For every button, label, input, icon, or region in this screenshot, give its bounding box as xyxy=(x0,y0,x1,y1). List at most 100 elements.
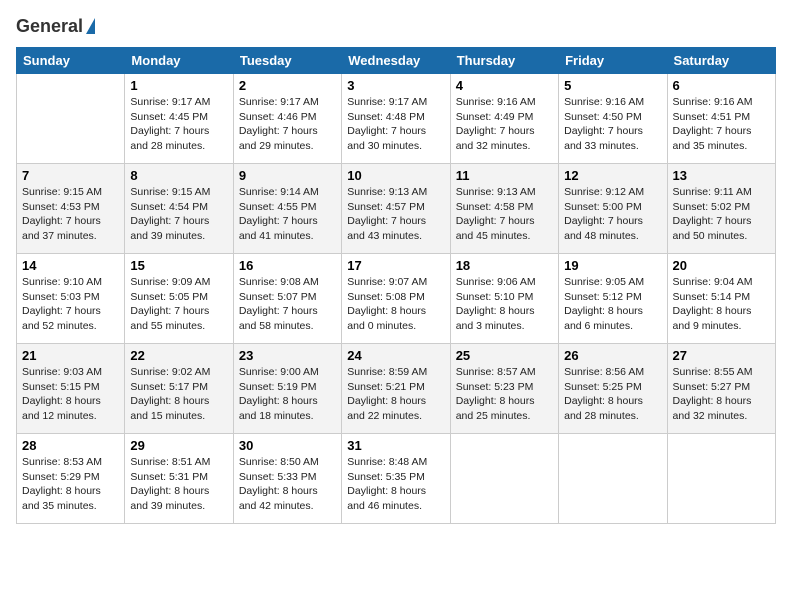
day-number: 22 xyxy=(130,348,227,363)
calendar-cell xyxy=(450,434,558,524)
calendar-cell: 15 Sunrise: 9:09 AM Sunset: 5:05 PM Dayli… xyxy=(125,254,233,344)
week-row-2: 7Sunrise: 9:15 AM Sunset: 4:53 PM Daylig… xyxy=(17,164,776,254)
calendar-cell xyxy=(667,434,775,524)
day-info: Sunrise: 9:08 AM Sunset: 5:07 PM Dayligh… xyxy=(239,275,336,334)
day-number: 20 xyxy=(673,258,770,273)
day-info: Sunrise: 9:13 AM Sunset: 4:58 PM Dayligh… xyxy=(456,185,553,244)
calendar-body: 1 Sunrise: 9:17 AM Sunset: 4:45 PM Daylig… xyxy=(17,74,776,524)
calendar-cell: 10 Sunrise: 9:13 AM Sunset: 4:57 PM Dayli… xyxy=(342,164,450,254)
weekday-header-friday: Friday xyxy=(559,48,667,74)
calendar-cell: 7Sunrise: 9:15 AM Sunset: 4:53 PM Daylig… xyxy=(17,164,125,254)
day-info: Sunrise: 9:06 AM Sunset: 5:10 PM Dayligh… xyxy=(456,275,553,334)
day-info: Sunrise: 9:03 AM Sunset: 5:15 PM Dayligh… xyxy=(22,365,119,424)
day-number: 26 xyxy=(564,348,661,363)
day-info: Sunrise: 9:11 AM Sunset: 5:02 PM Dayligh… xyxy=(673,185,770,244)
day-number: 3 xyxy=(347,78,444,93)
week-row-5: 28Sunrise: 8:53 AM Sunset: 5:29 PM Dayli… xyxy=(17,434,776,524)
day-number: 15 xyxy=(130,258,227,273)
calendar-cell: 26 Sunrise: 8:56 AM Sunset: 5:25 PM Dayli… xyxy=(559,344,667,434)
calendar-cell: 1 Sunrise: 9:17 AM Sunset: 4:45 PM Daylig… xyxy=(125,74,233,164)
day-number: 6 xyxy=(673,78,770,93)
calendar-cell: 13 Sunrise: 9:11 AM Sunset: 5:02 PM Dayli… xyxy=(667,164,775,254)
day-info: Sunrise: 9:16 AM Sunset: 4:51 PM Dayligh… xyxy=(673,95,770,154)
day-info: Sunrise: 8:50 AM Sunset: 5:33 PM Dayligh… xyxy=(239,455,336,514)
calendar-cell: 6 Sunrise: 9:16 AM Sunset: 4:51 PM Daylig… xyxy=(667,74,775,164)
day-number: 25 xyxy=(456,348,553,363)
week-row-4: 21 Sunrise: 9:03 AM Sunset: 5:15 PM Dayli… xyxy=(17,344,776,434)
calendar-cell: 12Sunrise: 9:12 AM Sunset: 5:00 PM Dayli… xyxy=(559,164,667,254)
day-number: 8 xyxy=(130,168,227,183)
day-info: Sunrise: 9:10 AM Sunset: 5:03 PM Dayligh… xyxy=(22,275,119,334)
day-number: 11 xyxy=(456,168,553,183)
day-number: 2 xyxy=(239,78,336,93)
day-info: Sunrise: 9:17 AM Sunset: 4:48 PM Dayligh… xyxy=(347,95,444,154)
day-number: 13 xyxy=(673,168,770,183)
day-number: 4 xyxy=(456,78,553,93)
day-number: 1 xyxy=(130,78,227,93)
day-number: 19 xyxy=(564,258,661,273)
calendar-cell: 21 Sunrise: 9:03 AM Sunset: 5:15 PM Dayli… xyxy=(17,344,125,434)
day-info: Sunrise: 9:17 AM Sunset: 4:45 PM Dayligh… xyxy=(130,95,227,154)
day-info: Sunrise: 8:55 AM Sunset: 5:27 PM Dayligh… xyxy=(673,365,770,424)
day-info: Sunrise: 8:57 AM Sunset: 5:23 PM Dayligh… xyxy=(456,365,553,424)
day-number: 17 xyxy=(347,258,444,273)
calendar-cell: 28Sunrise: 8:53 AM Sunset: 5:29 PM Dayli… xyxy=(17,434,125,524)
week-row-1: 1 Sunrise: 9:17 AM Sunset: 4:45 PM Daylig… xyxy=(17,74,776,164)
day-number: 12 xyxy=(564,168,661,183)
calendar-table: SundayMondayTuesdayWednesdayThursdayFrid… xyxy=(16,47,776,524)
weekday-header-row: SundayMondayTuesdayWednesdayThursdayFrid… xyxy=(17,48,776,74)
calendar-cell: 24Sunrise: 8:59 AM Sunset: 5:21 PM Dayli… xyxy=(342,344,450,434)
weekday-header-monday: Monday xyxy=(125,48,233,74)
day-info: Sunrise: 9:05 AM Sunset: 5:12 PM Dayligh… xyxy=(564,275,661,334)
day-info: Sunrise: 9:14 AM Sunset: 4:55 PM Dayligh… xyxy=(239,185,336,244)
weekday-header-saturday: Saturday xyxy=(667,48,775,74)
day-info: Sunrise: 9:15 AM Sunset: 4:54 PM Dayligh… xyxy=(130,185,227,244)
day-info: Sunrise: 8:48 AM Sunset: 5:35 PM Dayligh… xyxy=(347,455,444,514)
day-info: Sunrise: 9:02 AM Sunset: 5:17 PM Dayligh… xyxy=(130,365,227,424)
calendar-cell: 5Sunrise: 9:16 AM Sunset: 4:50 PM Daylig… xyxy=(559,74,667,164)
header: General xyxy=(16,16,776,37)
weekday-header-wednesday: Wednesday xyxy=(342,48,450,74)
day-number: 21 xyxy=(22,348,119,363)
calendar-cell: 4 Sunrise: 9:16 AM Sunset: 4:49 PM Daylig… xyxy=(450,74,558,164)
day-info: Sunrise: 9:17 AM Sunset: 4:46 PM Dayligh… xyxy=(239,95,336,154)
logo-general-text: General xyxy=(16,16,83,37)
calendar-cell: 20 Sunrise: 9:04 AM Sunset: 5:14 PM Dayli… xyxy=(667,254,775,344)
day-info: Sunrise: 8:53 AM Sunset: 5:29 PM Dayligh… xyxy=(22,455,119,514)
calendar-cell: 14 Sunrise: 9:10 AM Sunset: 5:03 PM Dayli… xyxy=(17,254,125,344)
day-info: Sunrise: 8:56 AM Sunset: 5:25 PM Dayligh… xyxy=(564,365,661,424)
calendar-cell: 8 Sunrise: 9:15 AM Sunset: 4:54 PM Daylig… xyxy=(125,164,233,254)
calendar-cell: 23 Sunrise: 9:00 AM Sunset: 5:19 PM Dayli… xyxy=(233,344,341,434)
weekday-header-thursday: Thursday xyxy=(450,48,558,74)
day-info: Sunrise: 9:07 AM Sunset: 5:08 PM Dayligh… xyxy=(347,275,444,334)
calendar-cell: 19 Sunrise: 9:05 AM Sunset: 5:12 PM Dayli… xyxy=(559,254,667,344)
calendar-cell: 30 Sunrise: 8:50 AM Sunset: 5:33 PM Dayli… xyxy=(233,434,341,524)
weekday-header-sunday: Sunday xyxy=(17,48,125,74)
day-info: Sunrise: 9:16 AM Sunset: 4:49 PM Dayligh… xyxy=(456,95,553,154)
day-number: 30 xyxy=(239,438,336,453)
calendar-cell xyxy=(17,74,125,164)
day-number: 14 xyxy=(22,258,119,273)
day-number: 7 xyxy=(22,168,119,183)
calendar-cell: 2 Sunrise: 9:17 AM Sunset: 4:46 PM Daylig… xyxy=(233,74,341,164)
day-number: 27 xyxy=(673,348,770,363)
day-number: 5 xyxy=(564,78,661,93)
day-info: Sunrise: 9:00 AM Sunset: 5:19 PM Dayligh… xyxy=(239,365,336,424)
day-number: 23 xyxy=(239,348,336,363)
calendar-cell xyxy=(559,434,667,524)
day-info: Sunrise: 9:13 AM Sunset: 4:57 PM Dayligh… xyxy=(347,185,444,244)
day-info: Sunrise: 9:04 AM Sunset: 5:14 PM Dayligh… xyxy=(673,275,770,334)
calendar-cell: 25 Sunrise: 8:57 AM Sunset: 5:23 PM Dayli… xyxy=(450,344,558,434)
calendar-cell: 16 Sunrise: 9:08 AM Sunset: 5:07 PM Dayli… xyxy=(233,254,341,344)
day-number: 18 xyxy=(456,258,553,273)
day-info: Sunrise: 8:51 AM Sunset: 5:31 PM Dayligh… xyxy=(130,455,227,514)
day-number: 16 xyxy=(239,258,336,273)
logo: General xyxy=(16,16,95,37)
day-number: 10 xyxy=(347,168,444,183)
logo-arrow-icon xyxy=(86,18,95,34)
day-number: 24 xyxy=(347,348,444,363)
calendar-cell: 29Sunrise: 8:51 AM Sunset: 5:31 PM Dayli… xyxy=(125,434,233,524)
day-info: Sunrise: 9:09 AM Sunset: 5:05 PM Dayligh… xyxy=(130,275,227,334)
day-number: 31 xyxy=(347,438,444,453)
calendar-cell: 17 Sunrise: 9:07 AM Sunset: 5:08 PM Dayli… xyxy=(342,254,450,344)
